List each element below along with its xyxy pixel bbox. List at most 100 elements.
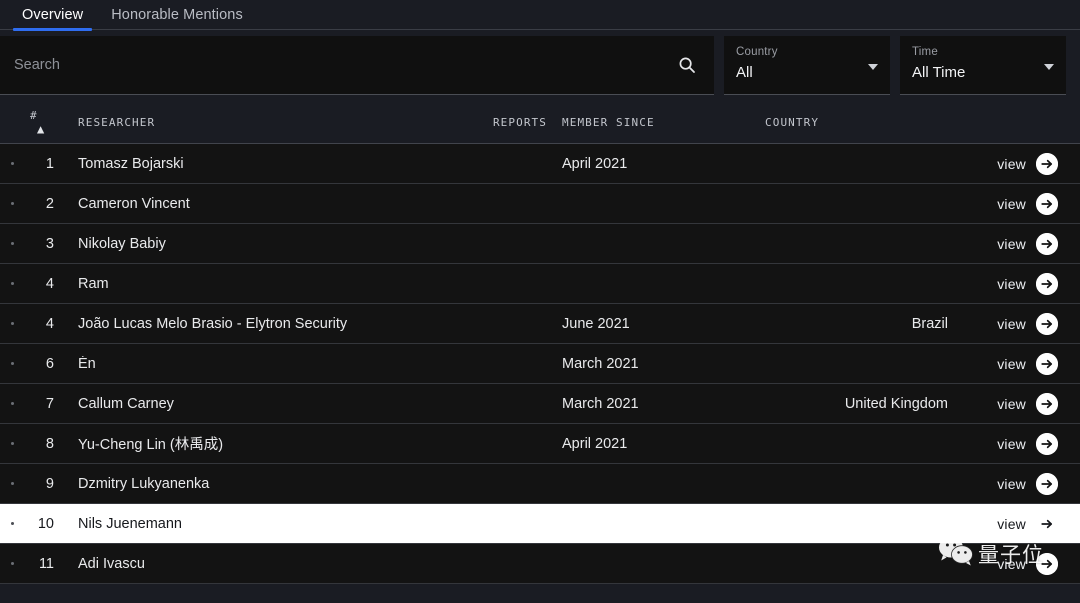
table-row[interactable]: 6Én March 2021 view — [0, 344, 1080, 384]
view-button[interactable]: view — [948, 553, 1080, 575]
row-rank: 6 — [24, 356, 62, 372]
table-row[interactable]: 9Dzmitry Lukyanenka view — [0, 464, 1080, 504]
researchers-table: # ▲ RESEARCHER REPORTS MEMBER SINCE COUN… — [0, 101, 1080, 584]
row-member-since: June 2021 — [547, 316, 733, 332]
arrow-right-icon — [1036, 153, 1058, 175]
view-button[interactable]: view — [948, 233, 1080, 255]
column-header-researcher-label: RESEARCHER — [78, 116, 155, 129]
column-header-country-label: COUNTRY — [765, 116, 819, 129]
row-marker — [0, 282, 24, 285]
view-button[interactable]: view — [948, 153, 1080, 175]
chevron-down-icon[interactable] — [868, 64, 878, 70]
view-button[interactable]: view — [948, 353, 1080, 375]
row-researcher-name[interactable]: Yu-Cheng Lin (林禹成) — [62, 433, 481, 454]
row-researcher-name[interactable]: João Lucas Melo Brasio - Elytron Securit… — [62, 316, 481, 332]
search-box[interactable] — [0, 36, 714, 95]
row-rank: 2 — [24, 196, 62, 212]
table-row[interactable]: 11Adi Ivascuview — [0, 544, 1080, 584]
row-marker — [0, 362, 24, 365]
row-member-since: April 2021 — [547, 156, 733, 172]
row-researcher-name[interactable]: Tomasz Bojarski — [62, 156, 481, 172]
table-row[interactable]: 1Tomasz Bojarski April 2021 view — [0, 144, 1080, 184]
view-button[interactable]: view — [948, 513, 1080, 535]
arrow-right-icon — [1036, 193, 1058, 215]
view-button[interactable]: view — [948, 313, 1080, 335]
view-button-label: view — [997, 196, 1026, 212]
row-marker — [0, 482, 24, 485]
view-button[interactable]: view — [948, 273, 1080, 295]
row-researcher-name[interactable]: Nikolay Babiy — [62, 236, 481, 252]
time-filter-label: Time — [912, 45, 1054, 60]
arrow-right-icon — [1036, 433, 1058, 455]
arrow-right-icon — [1036, 513, 1058, 535]
column-header-member-since[interactable]: MEMBER SINCE — [547, 116, 733, 129]
country-filter-value: All — [736, 62, 878, 84]
view-button-label: view — [997, 156, 1026, 172]
row-rank: 8 — [24, 436, 62, 452]
chevron-down-icon[interactable] — [1044, 64, 1054, 70]
view-button-label: view — [997, 436, 1026, 452]
row-rank: 7 — [24, 396, 62, 412]
column-header-country[interactable]: COUNTRY — [733, 116, 948, 129]
row-researcher-name[interactable]: Nils Juenemann — [62, 516, 481, 532]
table-row[interactable]: 4Ramview — [0, 264, 1080, 304]
view-button[interactable]: view — [948, 193, 1080, 215]
row-researcher-name[interactable]: Én — [62, 356, 481, 372]
row-marker — [0, 522, 24, 525]
view-button-label: view — [997, 236, 1026, 252]
table-row[interactable]: 7Callum CarneyMarch 2021United Kingdomvi… — [0, 384, 1080, 424]
leaderboard-page: Overview Honorable Mentions Country All … — [0, 0, 1080, 603]
arrow-right-icon — [1036, 473, 1058, 495]
table-row[interactable]: 8Yu-Cheng Lin (林禹成) April 2021 view — [0, 424, 1080, 464]
row-country: United Kingdom — [733, 396, 948, 412]
row-researcher-name[interactable]: Dzmitry Lukyanenka — [62, 476, 481, 492]
row-researcher-name[interactable]: Ram — [62, 276, 481, 292]
row-rank: 4 — [24, 316, 62, 332]
view-button-label: view — [997, 316, 1026, 332]
row-marker — [0, 402, 24, 405]
row-marker — [0, 442, 24, 445]
search-input[interactable] — [0, 36, 714, 94]
arrow-right-icon — [1036, 313, 1058, 335]
view-button[interactable]: view — [948, 433, 1080, 455]
country-filter-select[interactable]: Country All — [724, 36, 890, 95]
table-row[interactable]: 10Nils Juenemann view — [0, 504, 1080, 544]
table-row[interactable]: 3Nikolay Babiyview — [0, 224, 1080, 264]
row-rank: 10 — [24, 516, 62, 532]
row-marker — [0, 202, 24, 205]
column-header-member-since-label: MEMBER SINCE — [562, 116, 655, 129]
tab-honorable-mentions-label: Honorable Mentions — [111, 7, 243, 23]
tab-bar: Overview Honorable Mentions — [0, 0, 1080, 30]
view-button-label: view — [997, 556, 1026, 572]
column-header-rank[interactable]: # ▲ — [24, 109, 54, 136]
view-button[interactable]: view — [948, 393, 1080, 415]
row-researcher-name[interactable]: Callum Carney — [62, 396, 481, 412]
tab-overview-label: Overview — [22, 7, 83, 23]
row-country: Brazil — [733, 316, 948, 332]
filter-bar: Country All Time All Time — [0, 30, 1080, 101]
search-icon[interactable] — [678, 56, 696, 74]
country-filter-label: Country — [736, 45, 878, 60]
column-header-rank-label: # — [30, 109, 38, 122]
arrow-right-icon — [1036, 353, 1058, 375]
row-member-since: April 2021 — [547, 436, 733, 452]
row-researcher-name[interactable]: Cameron Vincent — [62, 196, 481, 212]
sort-ascending-icon[interactable]: ▲ — [37, 122, 45, 136]
arrow-right-icon — [1036, 553, 1058, 575]
time-filter-select[interactable]: Time All Time — [900, 36, 1066, 95]
arrow-right-icon — [1036, 273, 1058, 295]
row-rank: 1 — [24, 156, 62, 172]
row-rank: 9 — [24, 476, 62, 492]
row-member-since: March 2021 — [547, 356, 733, 372]
view-button-label: view — [997, 396, 1026, 412]
table-row[interactable]: 2Cameron Vincent view — [0, 184, 1080, 224]
view-button[interactable]: view — [948, 473, 1080, 495]
tab-overview[interactable]: Overview — [8, 0, 97, 30]
time-filter-value: All Time — [912, 62, 1054, 84]
table-row[interactable]: 4João Lucas Melo Brasio - Elytron Securi… — [0, 304, 1080, 344]
row-researcher-name[interactable]: Adi Ivascu — [62, 556, 481, 572]
column-header-researcher[interactable]: RESEARCHER — [54, 116, 481, 129]
tab-honorable-mentions[interactable]: Honorable Mentions — [97, 0, 257, 30]
arrow-right-icon — [1036, 393, 1058, 415]
column-header-reports[interactable]: REPORTS — [481, 116, 547, 129]
